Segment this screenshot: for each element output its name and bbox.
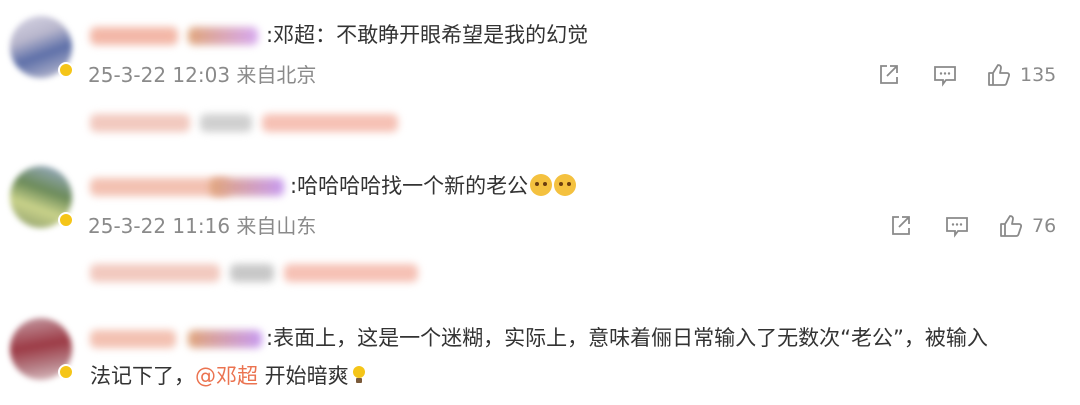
comment-button[interactable] [932,61,958,89]
doge-emoji-icon [554,174,577,196]
blurred-username[interactable] [90,27,178,45]
share-button[interactable] [876,61,902,89]
comment-icon [934,66,956,87]
comment-text-part: 开始暗爽 [258,364,349,388]
like-icon [988,64,1011,86]
blurred-reply-name [90,264,220,282]
doge-emoji-icon [530,174,553,196]
blurred-reply-text [230,264,274,282]
blurred-user-badge [188,27,258,45]
blurred-username[interactable] [90,330,176,348]
comment-actions: 135 [0,61,1080,89]
blurred-reply-text [284,264,418,282]
comment-text-body: :哈哈哈哈找一个新的老公 [290,174,529,198]
comment-button[interactable] [944,212,970,240]
blurred-user-badge [188,330,262,348]
blurred-username[interactable] [90,178,230,196]
like-button[interactable]: 135 [986,61,1056,89]
mention-link[interactable]: @邓超 [195,364,258,388]
share-icon [892,216,910,235]
like-count: 76 [1032,215,1057,237]
comment-text-line-1: :表面上，这是一个迷糊，实际上，意味着俪日常输入了无数次“老公”，被输入 [266,326,988,350]
blurred-reply-name [90,114,190,132]
comment-text: :邓超：不敢睁开眼希望是我的幻觉 [266,23,589,47]
comment-actions: 76 [0,212,1080,240]
blurred-reply-text [200,114,252,132]
comment-text-line-2: 法记下了，@邓超 开始暗爽 [90,361,367,391]
like-count: 135 [1020,64,1057,86]
blurred-reply-text [262,114,398,132]
comment-text: :哈哈哈哈找一个新的老公 [290,171,577,201]
share-icon [880,65,898,84]
verified-badge-icon [58,364,74,380]
comment-icon [946,217,968,238]
lightbulb-emoji-icon [352,366,365,383]
like-button[interactable]: 76 [998,212,1056,240]
like-icon [1000,215,1023,237]
comment-text-part: 法记下了， [90,364,195,388]
blurred-user-badge [210,178,284,196]
share-button[interactable] [888,212,914,240]
